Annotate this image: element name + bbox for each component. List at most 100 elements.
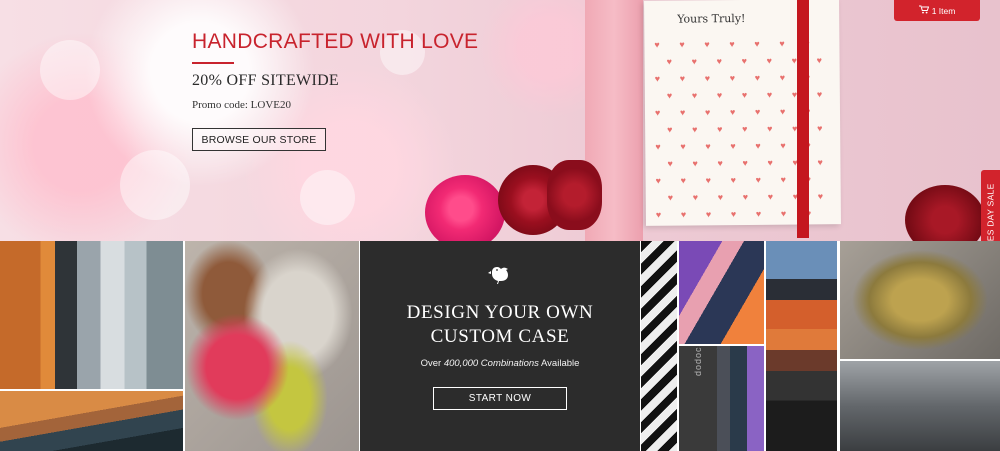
heart-pattern-icon: ♥: [692, 192, 699, 203]
subtitle-emphasis: 400,000 Combinations: [443, 358, 539, 369]
heart-pattern-icon: ♥: [654, 107, 661, 118]
dodo-bird-icon: [487, 261, 513, 287]
valentine-card-image: Yours Truly! ♥ ♥ ♥ ♥ ♥ ♥ ♥ ♥ ♥ ♥ ♥ ♥ ♥ ♥ ♥ ♥ ♥ ♥ ♥ ♥ ♥ ♥ ♥ ♥ ♥ ♥ ♥…: [644, 0, 841, 226]
heart-pattern-icon: ♥: [729, 73, 736, 84]
heart-pattern-icon: ♥: [705, 209, 712, 220]
heart-pattern-icon: ♥: [816, 89, 823, 100]
heart-pattern-icon: ♥: [755, 140, 761, 151]
heart-pattern-icon: ♥: [742, 157, 748, 169]
heart-pattern-icon: ♥: [780, 140, 786, 151]
heart-pattern-icon: ♥: [717, 158, 723, 169]
cart-label: 1 Item: [931, 5, 956, 16]
heart-pattern-icon: ♥: [679, 73, 686, 84]
heart-pattern-icon: ♥: [742, 191, 749, 203]
heart-pattern-icon: ♥: [817, 191, 824, 202]
heart-pattern-icon: ♥: [730, 209, 737, 220]
heart-pattern-icon: ♥: [666, 90, 673, 101]
heart-pattern-icon: ♥: [692, 158, 698, 169]
heart-pattern-icon: ♥: [655, 209, 662, 220]
heart-pattern-icon: ♥: [679, 107, 686, 118]
heart-pattern-icon: ♥: [767, 157, 773, 168]
heart-pattern-icon: ♥: [679, 39, 685, 50]
start-now-button[interactable]: START NOW: [433, 387, 567, 410]
heart-pattern-icon: ♥: [742, 123, 748, 135]
heart-pattern-icon: ♥: [666, 56, 672, 67]
custom-case-subtitle: Over 400,000 Combinations Available: [360, 358, 640, 369]
promo-code: Promo code: LOVE20: [192, 99, 291, 111]
heart-pattern-icon: ♥: [755, 174, 761, 185]
heart-pattern-icon: ♥: [691, 90, 698, 101]
custom-case-title-line2: CUSTOM CASE: [430, 326, 570, 347]
colorful-cases-image: [679, 241, 764, 344]
heart-pattern-icon: ♥: [654, 73, 661, 84]
heart-pattern-icon: ♥: [729, 39, 735, 50]
heart-pattern-icon: ♥: [817, 157, 823, 168]
heart-pattern-icon: ♥: [767, 191, 774, 202]
bokeh-light: [40, 40, 100, 100]
heart-pattern-icon: ♥: [754, 72, 761, 83]
heart-pattern-icon: ♥: [655, 175, 661, 186]
heart-pattern-icon: ♥: [667, 158, 673, 169]
gold-elastic-image: [840, 241, 1000, 359]
heart-pattern-icon: ♥: [705, 141, 711, 152]
heart-pattern-icon: ♥: [779, 106, 786, 117]
heart-pattern-icon: ♥: [729, 107, 736, 118]
heart-pattern-icon: ♥: [717, 192, 724, 203]
heart-pattern-icon: ♥: [667, 192, 674, 203]
heart-pattern-icon: ♥: [754, 106, 761, 117]
hero-banner: Yours Truly! ♥ ♥ ♥ ♥ ♥ ♥ ♥ ♥ ♥ ♥ ♥ ♥ ♥ ♥ ♥ ♥ ♥ ♥ ♥ ♥ ♥ ♥ ♥ ♥ ♥ ♥ ♥…: [0, 0, 1000, 241]
red-rose-image: [547, 160, 602, 230]
hero-text-block: HANDCRAFTED WITH LOVE 20% OFF SITEWIDE P…: [192, 30, 479, 151]
hero-subtitle: 20% OFF SITEWIDE: [192, 72, 340, 89]
heart-pattern-icon: ♥: [766, 89, 773, 100]
dodocase-imprint: dodocase: [693, 346, 703, 376]
heart-pattern-icon: ♥: [704, 107, 711, 118]
heart-pattern-icon: ♥: [704, 39, 710, 50]
custom-case-title-line1: DESIGN YOUR OWN: [406, 302, 594, 323]
custom-case-panel: DESIGN YOUR OWN CUSTOM CASE Over 400,000…: [360, 241, 640, 451]
dodocase-branded-image: dodocase: [679, 346, 764, 451]
heart-pattern-icon: ♥: [654, 39, 660, 50]
heart-pattern-icon: ♥: [705, 175, 711, 186]
heart-pattern-icon: ♥: [755, 208, 762, 219]
heart-pattern-icon: ♥: [816, 55, 822, 66]
bokeh-light: [300, 170, 355, 225]
heart-pattern-icon: ♥: [741, 89, 748, 101]
heart-pattern-icon: ♥: [780, 174, 786, 185]
custom-case-title: DESIGN YOUR OWN CUSTOM CASE: [360, 301, 640, 349]
heart-pattern-icon: ♥: [691, 56, 697, 67]
stacked-cases-image: [0, 391, 183, 451]
heart-pattern-icon: ♥: [692, 124, 698, 135]
heart-pattern-icon: ♥: [730, 141, 736, 152]
heart-pattern-icon: ♥: [730, 175, 736, 186]
heart-pattern-icon: ♥: [655, 141, 661, 152]
heart-pattern-icon: ♥: [680, 175, 686, 186]
heart-pattern-icon: ♥: [779, 72, 786, 83]
hero-divider: [192, 62, 234, 64]
heart-pattern-icon: ♥: [780, 208, 787, 219]
heart-pattern-icon: ♥: [680, 209, 687, 220]
bokeh-light: [120, 150, 190, 220]
chevron-pattern-image: [641, 241, 677, 451]
leather-cases-image: [0, 241, 183, 389]
elastic-bands-image: [185, 241, 359, 451]
heart-pattern-icon: ♥: [704, 73, 711, 84]
browse-store-button[interactable]: BROWSE OUR STORE: [192, 128, 326, 151]
heart-pattern-icon: ♥: [779, 38, 785, 49]
red-rose-image: [905, 185, 985, 241]
heart-pattern-icon: ♥: [766, 55, 772, 66]
metal-press-image: [840, 361, 1000, 451]
card-text: Yours Truly!: [677, 11, 746, 26]
heart-pattern-icon: ♥: [716, 56, 722, 67]
card-red-band: [797, 0, 809, 238]
heart-pattern-icon: ♥: [817, 123, 823, 134]
heart-pattern-icon: ♥: [717, 124, 723, 135]
subtitle-prefix: Over: [420, 358, 444, 369]
heart-pattern-icon: ♥: [667, 124, 673, 135]
cart-button[interactable]: 1 Item: [894, 0, 980, 21]
hero-title: HANDCRAFTED WITH LOVE: [192, 30, 479, 53]
pink-rose-image: [425, 175, 505, 241]
heart-pattern-icon: ♥: [754, 38, 760, 49]
heart-pattern-icon: ♥: [767, 123, 773, 134]
subtitle-suffix: Available: [538, 358, 580, 369]
